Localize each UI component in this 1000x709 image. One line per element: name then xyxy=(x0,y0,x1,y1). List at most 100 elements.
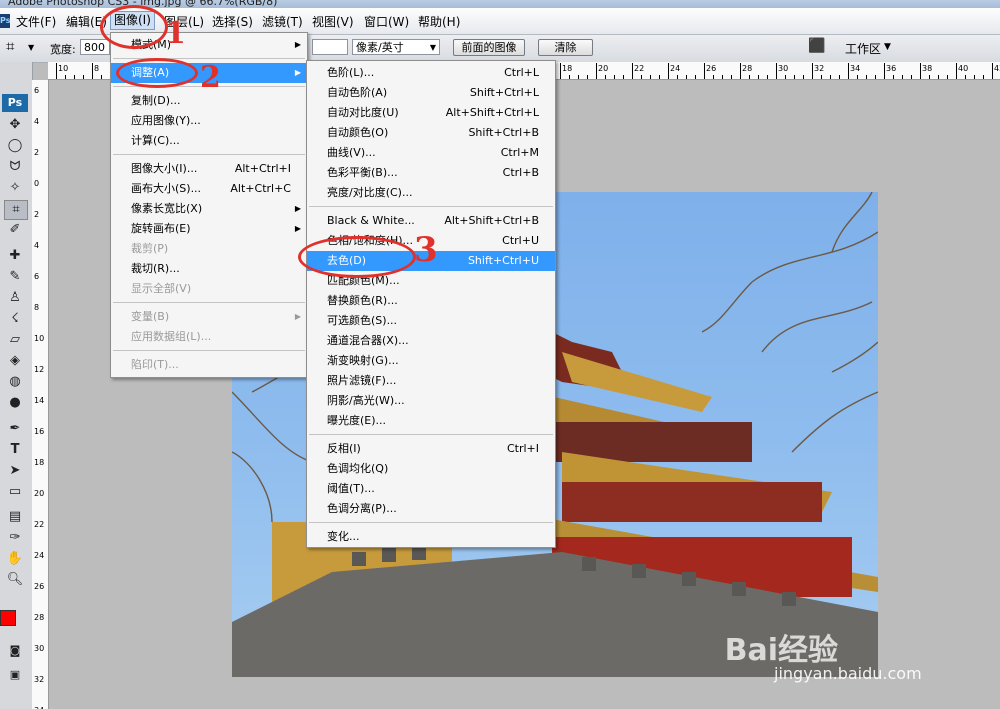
ruler-left-label: 8 xyxy=(34,303,40,312)
magic-wand-tool-icon[interactable]: ✧ xyxy=(4,179,26,197)
image-menu-item: 裁剪(P) xyxy=(111,239,307,259)
dodge-tool-icon[interactable]: ● xyxy=(4,394,26,412)
workspace-label[interactable]: 工作区 xyxy=(845,40,881,57)
adjust-menu-item[interactable]: 变化... xyxy=(307,527,555,547)
notes-tool-icon[interactable]: ▤ xyxy=(4,508,26,526)
adjust-menu-item[interactable]: 亮度/对比度(C)... xyxy=(307,183,555,203)
type-tool-icon[interactable]: T xyxy=(4,441,26,459)
front-image-button[interactable]: 前面的图像 xyxy=(453,39,525,56)
adjust-menu-item[interactable]: 自动对比度(U) Alt+Shift+Ctrl+L xyxy=(307,103,555,123)
screen-mode-icon[interactable]: ▣ xyxy=(4,666,26,684)
ruler-top-minor-tick xyxy=(686,75,687,79)
ruler-top-major-tick xyxy=(740,63,741,79)
adjust-menu-item-shortcut: Ctrl+U xyxy=(502,234,539,247)
lasso-tool-icon[interactable]: ᗢ xyxy=(4,158,26,176)
ruler-top-minor-tick xyxy=(794,75,795,79)
adjust-menu-item[interactable]: 色彩平衡(B)... Ctrl+B xyxy=(307,163,555,183)
menu-help[interactable]: 帮助(H) xyxy=(418,13,460,30)
ruler-left-label: 30 xyxy=(34,644,45,653)
image-menu-item-label: 复制(D)... xyxy=(131,94,181,107)
ruler-top-label: 28 xyxy=(742,64,753,73)
annotation-circle-2 xyxy=(116,58,198,88)
adjust-menu-item[interactable]: 渐变映射(G)... xyxy=(307,351,555,371)
ruler-top-label: 20 xyxy=(598,64,609,73)
chevron-down-icon: ▼ xyxy=(429,43,436,52)
quick-mask-icon[interactable]: ◙ xyxy=(4,642,26,660)
ruler-top-major-tick xyxy=(56,63,57,79)
adjust-menu-item[interactable]: 曝光度(E)... xyxy=(307,411,555,431)
ruler-left-label: 6 xyxy=(34,272,40,281)
shape-tool-icon[interactable]: ▭ xyxy=(4,483,26,501)
menu-filter[interactable]: 滤镜(T) xyxy=(262,13,303,30)
menu-window[interactable]: 窗口(W) xyxy=(364,13,409,30)
image-menu-item[interactable]: 像素长宽比(X) ▶ xyxy=(111,199,307,219)
image-menu-item[interactable]: 计算(C)... xyxy=(111,131,307,151)
ruler-top-major-tick xyxy=(776,63,777,79)
adjust-menu-item-label: 照片滤镜(F)... xyxy=(327,374,397,387)
bridge-icon[interactable]: ⬛ xyxy=(808,38,825,54)
annotation-circle-1 xyxy=(100,5,168,49)
eyedropper-tool-icon[interactable]: ✑ xyxy=(4,529,26,547)
adjust-menu-item[interactable]: 自动颜色(O) Shift+Ctrl+B xyxy=(307,123,555,143)
slice-tool-icon[interactable]: ✐ xyxy=(4,221,26,239)
adjust-menu-item[interactable]: 照片滤镜(F)... xyxy=(307,371,555,391)
adjust-menu-item[interactable]: 通道混合器(X)... xyxy=(307,331,555,351)
adjust-menu-item[interactable]: Black & White... Alt+Shift+Ctrl+B xyxy=(307,211,555,231)
ruler-top-minor-tick xyxy=(749,75,750,79)
workspace-chevron-icon[interactable]: ▼ xyxy=(884,42,891,52)
image-menu-item[interactable]: 裁切(R)... xyxy=(111,259,307,279)
ruler-top-minor-tick xyxy=(803,75,804,79)
resolution-input[interactable] xyxy=(312,39,348,55)
ruler-left-label: 16 xyxy=(34,427,45,436)
zoom-tool-icon[interactable]: 🔍︎ xyxy=(4,571,26,589)
adjust-menu-item-label: 阈值(T)... xyxy=(327,482,375,495)
hand-tool-icon[interactable]: ✋ xyxy=(4,550,26,568)
image-menu-item: 变量(B) ▶ xyxy=(111,307,307,327)
adjust-menu-item[interactable]: 反相(I) Ctrl+I xyxy=(307,439,555,459)
history-brush-icon[interactable]: ☇ xyxy=(4,310,26,328)
clone-stamp-icon[interactable]: ♙ xyxy=(4,289,26,307)
foreground-color-swatch[interactable] xyxy=(0,610,16,626)
image-menu-item-label: 裁切(R)... xyxy=(131,262,180,275)
adjust-menu-item[interactable]: 自动色阶(A) Shift+Ctrl+L xyxy=(307,83,555,103)
adjust-menu-item-label: 色彩平衡(B)... xyxy=(327,166,398,179)
blur-tool-icon[interactable]: ◍ xyxy=(4,373,26,391)
width-input[interactable]: 800 px xyxy=(80,39,110,55)
adjust-menu-item[interactable]: 曲线(V)... Ctrl+M xyxy=(307,143,555,163)
ruler-top-minor-tick xyxy=(650,75,651,79)
crop-tool-icon[interactable]: ⌗ xyxy=(6,37,14,55)
brush-tool-icon[interactable]: ✎ xyxy=(4,268,26,286)
eraser-tool-icon[interactable]: ▱ xyxy=(4,331,26,349)
pen-tool-icon[interactable]: ✒ xyxy=(4,420,26,438)
tool-preset-dropdown-icon[interactable]: ▼ xyxy=(28,43,34,52)
resolution-unit-select[interactable]: 像素/英寸 ▼ xyxy=(352,39,440,55)
move-tool-icon[interactable]: ✥ xyxy=(4,116,26,134)
menu-select[interactable]: 选择(S) xyxy=(212,13,253,30)
adjust-menu-item[interactable]: 色调均化(Q) xyxy=(307,459,555,479)
ruler-top-minor-tick xyxy=(623,75,624,79)
image-menu-item[interactable]: 旋转画布(E) ▶ xyxy=(111,219,307,239)
adjust-menu-item[interactable]: 可选颜色(S)... xyxy=(307,311,555,331)
crop-tool-active-icon[interactable]: ⌗ xyxy=(4,200,28,220)
ruler-top-minor-tick xyxy=(641,75,642,79)
clear-button[interactable]: 清除 xyxy=(538,39,593,56)
menu-file[interactable]: 文件(F) xyxy=(16,13,56,30)
ruler-top-label: 22 xyxy=(634,64,645,73)
adjust-menu-item[interactable]: 替换颜色(R)... xyxy=(307,291,555,311)
adjust-menu-item[interactable]: 色阶(L)... Ctrl+L xyxy=(307,63,555,83)
ruler-top-major-tick xyxy=(632,63,633,79)
adjust-menu-item[interactable]: 色调分离(P)... xyxy=(307,499,555,519)
path-selection-icon[interactable]: ➤ xyxy=(4,462,26,480)
paint-bucket-icon[interactable]: ◈ xyxy=(4,352,26,370)
ruler-top-minor-tick xyxy=(902,75,903,79)
image-menu-item-label: 显示全部(V) xyxy=(131,282,192,295)
healing-brush-icon[interactable]: ✚ xyxy=(4,247,26,265)
ruler-top-major-tick xyxy=(812,63,813,79)
image-menu-item[interactable]: 图像大小(I)... Alt+Ctrl+I xyxy=(111,159,307,179)
adjust-menu-item[interactable]: 阈值(T)... xyxy=(307,479,555,499)
image-menu-item[interactable]: 应用图像(Y)... xyxy=(111,111,307,131)
image-menu-item[interactable]: 画布大小(S)... Alt+Ctrl+C xyxy=(111,179,307,199)
menu-view[interactable]: 视图(V) xyxy=(312,13,354,30)
adjust-menu-item[interactable]: 阴影/高光(W)... xyxy=(307,391,555,411)
marquee-tool-icon[interactable]: ◯ xyxy=(4,137,26,155)
